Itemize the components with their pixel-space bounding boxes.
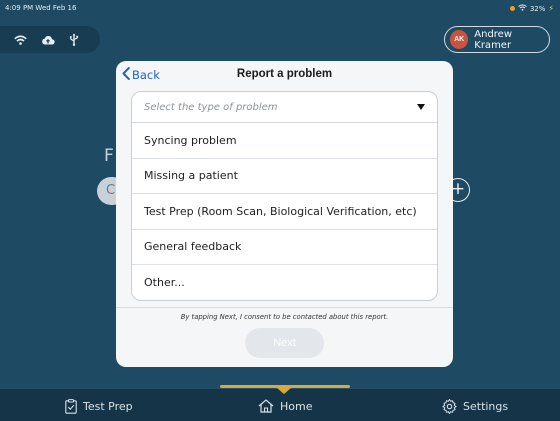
- user-name: Andrew Kramer: [474, 28, 513, 51]
- usb-icon: [69, 33, 79, 46]
- tab-label-test-prep: Test Prep: [83, 400, 133, 413]
- option-missing-patient[interactable]: Missing a patient: [132, 159, 437, 194]
- status-bar: 4:09 PM Wed Feb 16 32% ⚡: [0, 0, 560, 16]
- clipboard-check-icon: [65, 399, 77, 414]
- modal-title: Report a problem: [236, 68, 333, 80]
- active-tab-pointer: [277, 388, 291, 394]
- option-test-prep[interactable]: Test Prep (Room Scan, Biological Verific…: [132, 194, 437, 230]
- cloud-upload-icon: [41, 35, 55, 45]
- tab-home[interactable]: Home: [258, 399, 312, 413]
- charging-icon: ⚡: [548, 4, 554, 13]
- option-syncing-problem[interactable]: Syncing problem: [132, 123, 437, 159]
- tab-label-settings: Settings: [463, 400, 509, 413]
- next-button[interactable]: Next: [245, 328, 324, 358]
- status-right: 32% ⚡: [509, 4, 554, 13]
- tab-test-prep[interactable]: Test Prep: [65, 399, 133, 414]
- avatar: AK: [450, 30, 469, 49]
- caret-down-icon: [417, 104, 425, 110]
- tab-settings[interactable]: Settings: [442, 399, 508, 414]
- consent-text: By tapping Next, I consent to be contact…: [180, 313, 389, 321]
- option-general-feedback[interactable]: General feedback: [132, 230, 437, 265]
- user-profile-button[interactable]: AK Andrew Kramer: [444, 26, 550, 53]
- home-icon: [258, 399, 274, 413]
- modal-header: Back Report a problem: [116, 61, 453, 89]
- tab-label-home: Home: [280, 399, 313, 413]
- select-placeholder: Select the type of problem: [144, 101, 278, 113]
- divider: [116, 307, 453, 308]
- recording-dot-icon: [509, 6, 515, 11]
- connection-status-bar: [0, 26, 100, 53]
- wifi-status-icon: [517, 4, 527, 13]
- problem-type-dropdown: Select the type of problem Syncing probl…: [131, 91, 438, 301]
- wifi-icon: [14, 35, 27, 45]
- problem-type-select[interactable]: Select the type of problem: [132, 92, 437, 123]
- status-time: 4:09 PM Wed Feb 16: [5, 4, 77, 12]
- option-other[interactable]: Other...: [132, 265, 437, 300]
- battery-percent: 32%: [529, 4, 546, 13]
- background-heading-fragment: F: [104, 146, 114, 166]
- background-pill-letter: C: [106, 183, 116, 198]
- gear-icon: [442, 399, 457, 414]
- report-problem-modal: Back Report a problem Select the type of…: [116, 61, 453, 367]
